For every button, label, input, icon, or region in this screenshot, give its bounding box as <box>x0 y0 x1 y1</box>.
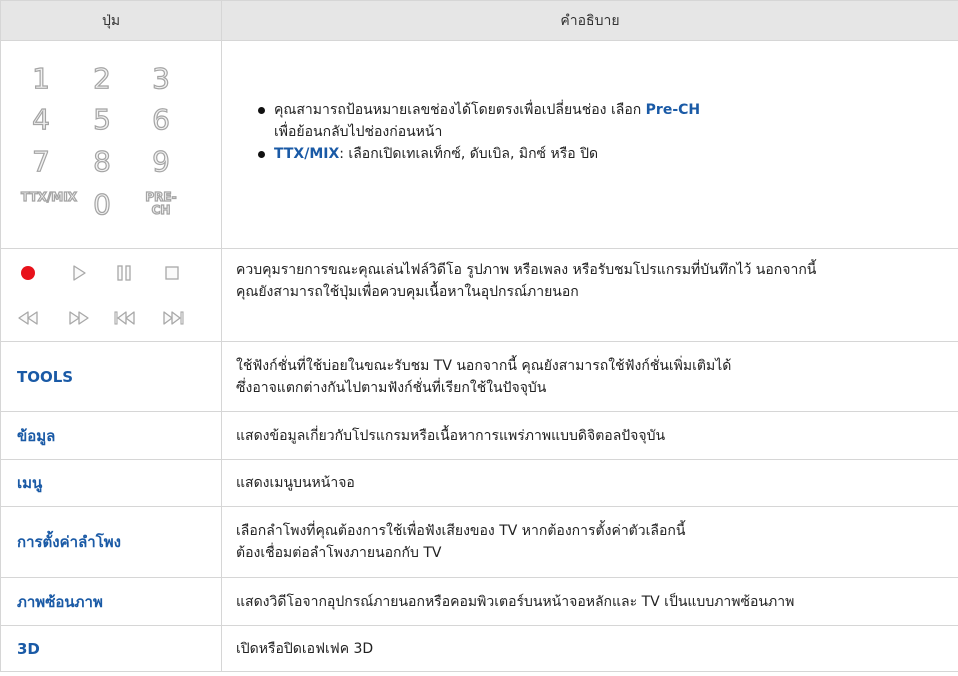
media-description-line2: คุณยังสามารถใช้ปุ่มเพื่อควบคุมเนื้อหาในอ… <box>236 284 579 300</box>
key-4: 4 <box>31 102 50 136</box>
table-row: ภาพซ้อนภาพ แสดงวิดีโอจากอุปกรณ์ภายนอกหรื… <box>0 577 958 626</box>
key-8: 8 <box>92 144 111 178</box>
row-name-speaker-settings: การตั้งค่าลำโพง <box>0 506 222 578</box>
bullet2-text: : เลือกเปิดเทเลเท็กซ์, ดับเบิล, มิกซ์ หร… <box>339 145 599 162</box>
row-desc-line2: ซึ่งอาจแตกต่างกันไปตามฟังก์ชั่นที่เรียกใ… <box>236 379 547 396</box>
row-name-pip: ภาพซ้อนภาพ <box>0 577 222 626</box>
key-ttx-mix: TTX/MIX <box>20 187 77 223</box>
next-icon <box>161 308 185 328</box>
previous-icon <box>113 308 137 328</box>
remote-buttons-table: ปุ่ม คำอธิบาย 1 2 3 4 5 6 7 8 9 TTX/MIX … <box>0 0 958 672</box>
row-description-speaker-settings: เลือกลำโพงที่คุณต้องการใช้เพื่อฟังเสียงข… <box>221 506 958 578</box>
key-7: 7 <box>31 144 50 178</box>
row-description-3d: เปิดหรือปิดเอฟเฟค 3D <box>221 625 958 672</box>
pause-icon <box>114 263 134 283</box>
media-controls <box>1 249 221 341</box>
key-pre-ch: PRE-CH <box>141 187 181 223</box>
table-row-keypad: 1 2 3 4 5 6 7 8 9 TTX/MIX 0 PRE-CH คุณสา… <box>0 40 958 249</box>
header-description-column: คำอธิบาย <box>221 0 958 41</box>
table-row: การตั้งค่าลำโพง เลือกลำโพงที่คุณต้องการใ… <box>0 506 958 578</box>
media-description-line1: ควบคุมรายการขณะคุณเล่นไฟล์วิดีโอ รูปภาพ … <box>236 262 817 278</box>
fast-forward-icon <box>67 308 91 328</box>
row-name-info: ข้อมูล <box>0 411 222 460</box>
rewind-icon <box>16 308 40 328</box>
ttx-mix-highlight: TTX/MIX <box>274 145 340 162</box>
row-name-tools: TOOLS <box>0 341 222 412</box>
keypad-description: คุณสามารถป้อนหมายเลขช่องได้โดยตรงเพื่อเป… <box>221 40 958 249</box>
row-desc-line1: ใช้ฟังก์ชั่นที่ใช้บ่อยในขณะรับชม TV นอกจ… <box>236 357 732 374</box>
stop-icon <box>162 263 182 283</box>
media-description: ควบคุมรายการขณะคุณเล่นไฟล์วิดีโอ รูปภาพ … <box>221 248 958 342</box>
row-name-3d: 3D <box>0 625 222 672</box>
key-pre-ch-label: PRE-CH <box>145 190 177 217</box>
key-6: 6 <box>151 102 170 136</box>
table-header-row: ปุ่ม คำอธิบาย <box>0 0 958 41</box>
row-description-tools: ใช้ฟังก์ชั่นที่ใช้บ่อยในขณะรับชม TV นอกจ… <box>221 341 958 412</box>
keypad-cell: 1 2 3 4 5 6 7 8 9 TTX/MIX 0 PRE-CH <box>0 40 222 249</box>
header-button-column: ปุ่ม <box>0 0 222 41</box>
table-row-media: ควบคุมรายการขณะคุณเล่นไฟล์วิดีโอ รูปภาพ … <box>0 248 958 342</box>
key-3: 3 <box>151 61 170 95</box>
table-row: 3D เปิดหรือปิดเอฟเฟค 3D <box>0 625 958 672</box>
key-9: 9 <box>151 144 170 178</box>
keypad-bullets: คุณสามารถป้อนหมายเลขช่องได้โดยตรงเพื่อเป… <box>236 99 946 165</box>
row-desc-line2: ต้องเชื่อมต่อลำโพงภายนอกกับ TV <box>236 545 442 561</box>
row-description-pip: แสดงวิดีโอจากอุปกรณ์ภายนอกหรือคอมพิวเตอร… <box>221 577 958 626</box>
pre-ch-highlight: Pre-CH <box>645 101 701 118</box>
key-2: 2 <box>92 61 111 95</box>
bullet1-text: คุณสามารถป้อนหมายเลขช่องได้โดยตรงเพื่อเป… <box>274 101 646 118</box>
row-description-menu: แสดงเมนูบนหน้าจอ <box>221 459 958 507</box>
record-icon <box>18 263 38 283</box>
table-row: ข้อมูล แสดงข้อมูลเกี่ยวกับโปรแกรมหรือเนื… <box>0 411 958 460</box>
row-desc-line1: เลือกลำโพงที่คุณต้องการใช้เพื่อฟังเสียงข… <box>236 523 686 539</box>
table-row: เมนู แสดงเมนูบนหน้าจอ <box>0 459 958 507</box>
row-description-info: แสดงข้อมูลเกี่ยวกับโปรแกรมหรือเนื้อหาการ… <box>221 411 958 460</box>
table-row: TOOLS ใช้ฟังก์ชั่นที่ใช้บ่อยในขณะรับชม T… <box>0 341 958 412</box>
bullet-channel-entry: คุณสามารถป้อนหมายเลขช่องได้โดยตรงเพื่อเป… <box>258 99 946 143</box>
key-0: 0 <box>92 187 111 221</box>
key-ttx-mix-label: TTX/MIX <box>20 190 77 204</box>
key-5: 5 <box>92 102 111 136</box>
bullet1-text2: เพื่อย้อนกลับไปช่องก่อนหน้า <box>274 123 443 140</box>
row-name-menu: เมนู <box>0 459 222 507</box>
bullet-ttx-mix: TTX/MIX: เลือกเปิดเทเลเท็กซ์, ดับเบิล, ม… <box>258 143 946 165</box>
play-icon <box>69 263 89 283</box>
key-1: 1 <box>31 61 50 95</box>
media-cell <box>0 248 222 342</box>
number-keypad: 1 2 3 4 5 6 7 8 9 TTX/MIX 0 PRE-CH <box>1 41 221 248</box>
